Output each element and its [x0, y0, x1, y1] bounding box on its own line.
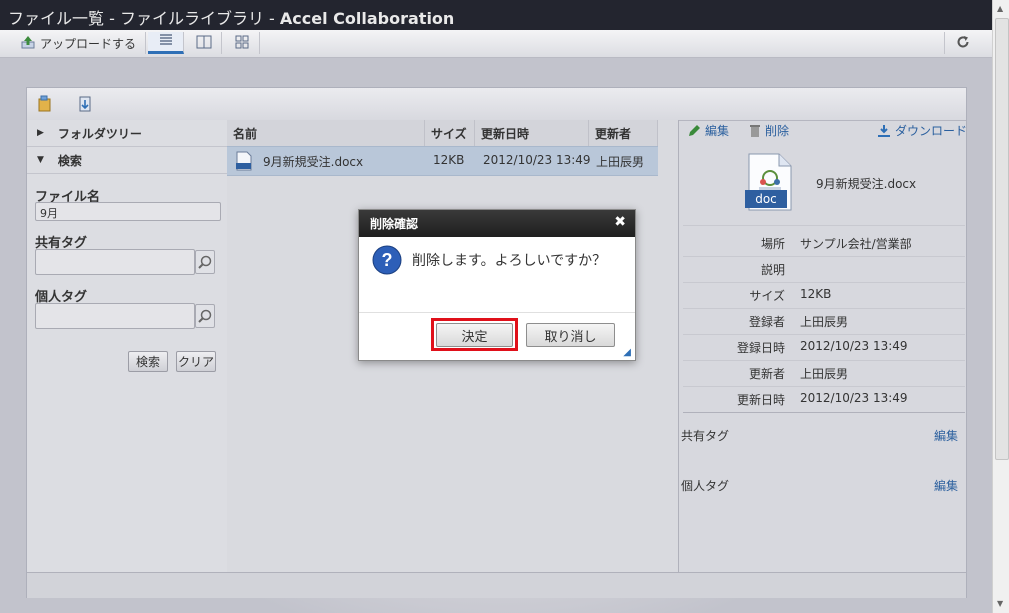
table-row[interactable]: 9月新規受注.docx 12KB 2012/10/23 13:49 上田辰男 [227, 146, 658, 176]
detail-shared-tag-label: 共有タグ [681, 429, 730, 443]
scrollbar-thumb[interactable] [995, 18, 1009, 460]
property-row: 説明 [683, 256, 965, 283]
chevron-down-icon: ▼ [37, 155, 44, 165]
upload-icon [20, 34, 36, 53]
row-file-size: 12KB [433, 153, 465, 167]
property-key: 説明 [760, 263, 785, 277]
list-view-icon [158, 33, 174, 50]
upload-label: アップロードする [40, 36, 137, 51]
property-key: サイズ [749, 289, 785, 303]
status-bar [27, 572, 966, 598]
column-header-name[interactable]: 名前 [227, 120, 425, 146]
dialog-footer: 決定 取り消し ◢ [359, 312, 635, 361]
file-type-badge: doc [745, 190, 787, 208]
file-name-input[interactable]: 9月 [35, 202, 221, 221]
property-key: 登録者 [748, 315, 785, 329]
property-key: 場所 [760, 237, 785, 251]
scroll-down-icon[interactable]: ▼ [997, 599, 1003, 608]
clear-button[interactable]: クリア [176, 351, 216, 372]
folder-tree-label: フォルダツリー [57, 126, 142, 141]
detail-personal-tag-label: 個人タグ [681, 479, 730, 493]
scroll-up-icon[interactable]: ▲ [997, 4, 1003, 13]
edit-label: 編集 [705, 124, 730, 138]
personal-tag-input[interactable] [35, 303, 195, 329]
page-scrollbar[interactable]: ▲ ▼ [992, 0, 1009, 613]
new-folder-icon[interactable] [37, 95, 53, 116]
file-detail-pane: 編集 削除 ダウンロード doc 9月新規受注.docx 場所 サンプル会社/営業… [678, 120, 967, 572]
property-key: 更新日時 [736, 393, 785, 407]
property-row: 更新日時 2012/10/23 13:49 [683, 386, 965, 413]
window-titlebar: ファイル一覧 - ファイルライブラリ - Accel Collaboration [0, 0, 992, 30]
property-value: 2012/10/23 13:49 [800, 391, 908, 405]
folder-tree-header[interactable]: ▶ フォルダツリー [27, 120, 227, 147]
refresh-icon [956, 35, 970, 52]
close-icon[interactable]: ✖ [614, 214, 626, 230]
search-button[interactable]: 検索 [128, 351, 168, 372]
property-value: 上田辰男 [800, 315, 849, 329]
search-header[interactable]: ▼ 検索 [27, 147, 227, 174]
split-view-button[interactable] [186, 32, 222, 54]
delete-confirm-dialog: 削除確認 ✖ ? 削除します。よろしいですか？ 決定 取り消し ◢ [358, 209, 636, 361]
docx-file-icon [235, 151, 253, 174]
row-file-name: 9月新規受注.docx [263, 155, 364, 169]
detail-divider [683, 225, 965, 226]
cancel-button[interactable]: 取り消し [526, 323, 615, 347]
window-title: ファイル一覧 - ファイルライブラリ - Accel Collaboration [8, 5, 454, 29]
dialog-title: 削除確認 [370, 217, 419, 231]
column-header-updated[interactable]: 更新日時 [475, 120, 589, 146]
document-icon: doc [745, 152, 795, 212]
property-value: サンプル会社/営業部 [800, 237, 912, 251]
personal-tag-edit-link[interactable]: 編集 [934, 477, 958, 494]
property-value: 12KB [800, 287, 832, 301]
dialog-titlebar: 削除確認 ✖ [359, 210, 635, 237]
window-title-prefix: ファイル一覧 - ファイルライブラリ - [8, 9, 280, 28]
search-icon [198, 309, 212, 323]
shared-tag-edit-link[interactable]: 編集 [934, 427, 958, 444]
property-row: 場所 サンプル会社/営業部 [683, 230, 965, 257]
search-label: 検索 [57, 153, 82, 168]
property-key: 更新者 [748, 367, 785, 381]
detail-file-name: 9月新規受注.docx [816, 177, 917, 191]
column-header-size[interactable]: サイズ [425, 120, 475, 146]
resize-handle-icon[interactable]: ◢ [623, 347, 631, 358]
edit-link[interactable]: 編集 [687, 122, 729, 139]
question-icon: ? [372, 245, 402, 278]
ok-button[interactable]: 決定 [436, 323, 513, 347]
download-icon [878, 124, 890, 137]
row-updater: 上田辰男 [596, 155, 645, 169]
property-row: 登録日時 2012/10/23 13:49 [683, 334, 965, 361]
sidebar: ▶ フォルダツリー ▼ 検索 ファイル名 9月 共有タグ 個人タグ 検索 クリア [27, 120, 228, 572]
thumbnail-view-button[interactable] [224, 32, 260, 54]
panel-toolbar [27, 88, 966, 121]
split-view-icon [196, 35, 212, 52]
trash-icon [750, 124, 760, 137]
move-file-icon[interactable] [77, 95, 93, 116]
property-row: 登録者 上田辰男 [683, 308, 965, 335]
delete-link[interactable]: 削除 [749, 122, 789, 139]
download-label: ダウンロード [895, 124, 968, 138]
shared-tag-input[interactable] [35, 249, 195, 275]
pencil-icon [689, 124, 700, 136]
search-icon [198, 255, 212, 269]
upload-button[interactable]: アップロードする [14, 32, 146, 54]
refresh-button[interactable] [944, 32, 980, 54]
delete-label: 削除 [765, 124, 790, 138]
thumbnail-view-icon [234, 34, 250, 53]
shared-tag-search-button[interactable] [195, 250, 215, 274]
property-row: サイズ 12KB [683, 282, 965, 309]
column-header-updater[interactable]: 更新者 [589, 120, 658, 146]
row-updated: 2012/10/23 13:49 [483, 153, 591, 167]
dialog-message: 削除します。よろしいですか？ [412, 253, 607, 269]
list-view-button[interactable] [148, 32, 184, 54]
main-toolbar: アップロードする [0, 30, 992, 58]
chevron-right-icon: ▶ [37, 128, 44, 138]
property-value: 上田辰男 [800, 367, 849, 381]
svg-text:?: ? [382, 250, 393, 270]
property-row: 更新者 上田辰男 [683, 360, 965, 387]
window-title-app: Accel Collaboration [279, 9, 455, 28]
personal-tag-search-button[interactable] [195, 304, 215, 328]
download-link[interactable]: ダウンロード [877, 122, 967, 139]
property-key: 登録日時 [736, 341, 785, 355]
property-value: 2012/10/23 13:49 [800, 339, 908, 353]
